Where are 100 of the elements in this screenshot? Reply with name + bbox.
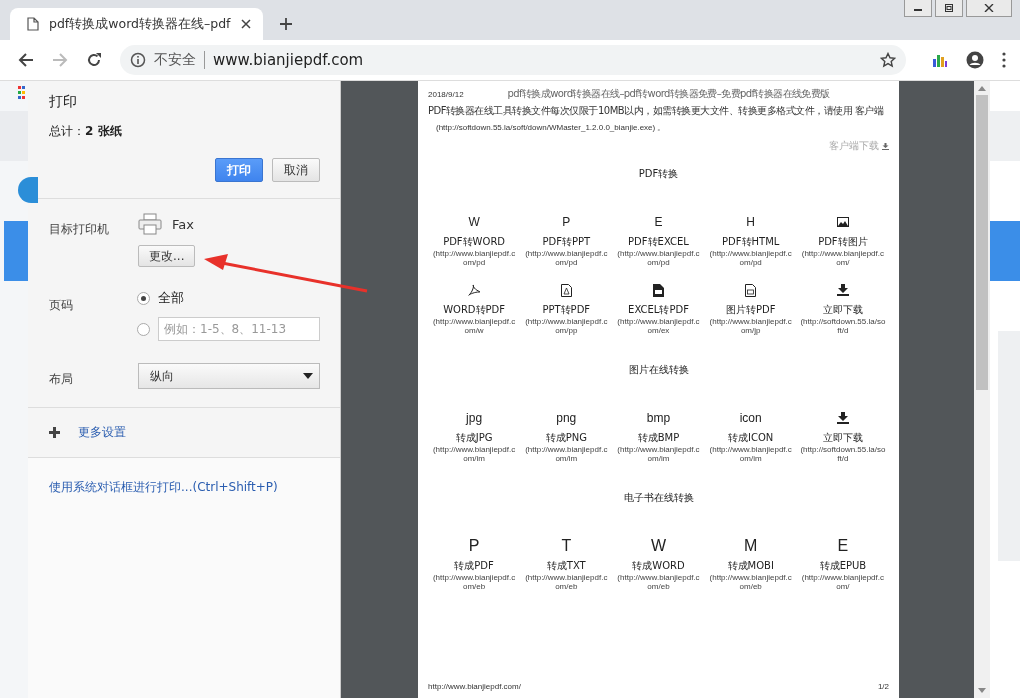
converter-url: (http://www.bianjiepdf.com/pd (616, 249, 701, 267)
converter-label[interactable]: 转成WORD (632, 559, 685, 573)
browser-tab[interactable]: pdf转换成word转换器在线–pdf (10, 8, 263, 40)
logo-shape (18, 177, 38, 203)
converter-label[interactable]: PDF转HTML (722, 235, 780, 249)
converter-label[interactable]: PDF转EXCEL (628, 235, 689, 249)
section-title: 图片在线转换 (627, 363, 690, 377)
converter-label[interactable]: PDF转PPT (542, 235, 591, 249)
dialog-title: 打印 (49, 93, 78, 111)
bar-chart-icon[interactable] (932, 53, 948, 67)
converter-url: (http://www.bianjiepdf.com/im (616, 445, 701, 463)
format-glyph: P (468, 537, 480, 555)
close-button[interactable] (966, 0, 1012, 17)
printer-icon (138, 213, 162, 235)
converter-url: (http://www.bianjiepdf.com/pp (524, 317, 609, 335)
converter-url: (http://www.bianjiepdf.com/eb (431, 573, 517, 591)
notice-text: PDF转换器在线工具转换文件每次仅限于10MB以内，如需转换更大文件、转换更多格式文件，请使用 客户端 (428, 104, 885, 117)
converter-url: (http://www.bianjiepdf.com/jp (708, 317, 793, 335)
acrobat-icon (468, 284, 481, 296)
page-icon (27, 17, 39, 31)
converter-url: (http://www.bianjiepdf.com/eb (708, 573, 793, 591)
converter-url: (http://www.bianjiepdf.com/pd (524, 249, 609, 267)
info-icon (130, 52, 146, 68)
converter-label[interactable]: 转成EPUB (819, 559, 867, 573)
page-header-title: pdf转换成word转换器在线–pdf转word转换器免费–免费pdf转换器在线免费版 (507, 87, 830, 101)
converter-label[interactable]: PDF转图片 (818, 235, 868, 249)
converter-url: (http://www.bianjiepdf.com/pd (431, 249, 517, 267)
layout-dropdown[interactable]: 纵向 (138, 363, 320, 389)
setting-label: 布局 (49, 371, 74, 388)
url-text: www.bianjiepdf.com (213, 51, 365, 69)
section-title: 电子书在线转换 (622, 491, 695, 505)
converter-label[interactable]: 转成JPG (455, 431, 493, 445)
scroll-down-icon[interactable] (978, 688, 986, 693)
converter-url: (http://www.bianjiepdf.com/ex (616, 317, 701, 335)
new-tab-icon[interactable] (278, 17, 293, 31)
profile-icon[interactable] (966, 51, 984, 69)
radio-button[interactable] (137, 322, 150, 336)
converter-label[interactable]: 立即下载 (822, 303, 863, 317)
restore-icon (944, 4, 954, 12)
tab-title: pdf转换成word转换器在线–pdf (49, 15, 231, 33)
total-sheets: 总计：2 张纸 (49, 123, 123, 140)
close-icon[interactable] (240, 19, 251, 29)
notice-url: (http://softdown.55.la/soft/down/WMaster_1.2.0.0_bianjie.exe) 。 (435, 122, 667, 133)
scroll-up-icon[interactable] (978, 86, 986, 91)
star-icon[interactable] (880, 52, 896, 68)
system-dialog-link[interactable]: 使用系统对话框进行打印...(Ctrl+Shift+P) (49, 480, 278, 494)
maximize-button[interactable] (935, 0, 963, 17)
scroll-thumb[interactable] (976, 95, 988, 390)
converter-label[interactable]: PDF转WORD (443, 235, 506, 249)
format-glyph: H (746, 215, 756, 229)
cancel-button[interactable]: 取消 (272, 158, 320, 182)
converter-url: (http://www.bianjiepdf.com/ (800, 573, 885, 591)
minimize-button[interactable] (904, 0, 932, 17)
format-glyph: E (837, 537, 849, 555)
close-icon (984, 4, 994, 12)
converter-label[interactable]: PPT转PDF (542, 303, 591, 317)
converter-label[interactable]: WORD转PDF (443, 303, 506, 317)
security-label: 不安全 (154, 51, 196, 69)
page-range-field[interactable]: 例如：1-5、8、11-13 (158, 317, 320, 341)
converter-url: (http://www.bianjiepdf.com/eb (616, 573, 701, 591)
address-bar[interactable]: 不安全 www.bianjiepdf.com (120, 45, 906, 75)
converter-label[interactable]: 图片转PDF (725, 303, 776, 317)
converter-label[interactable]: 转成PDF (454, 559, 494, 573)
download-icon (836, 412, 849, 424)
converter-url: (http://softdown.55.la/soft/d (799, 445, 886, 463)
reload-icon[interactable] (86, 52, 102, 68)
converter-url: (http://www.bianjiepdf.com/eb (524, 573, 609, 591)
setting-label: 目标打印机 (49, 221, 110, 238)
back-icon[interactable] (18, 52, 34, 68)
spreadsheet-file-icon (653, 283, 664, 297)
download-icon (836, 284, 849, 296)
format-glyph: P (562, 215, 571, 229)
plus-icon[interactable] (49, 427, 60, 438)
converter-label[interactable]: 转成TXT (546, 559, 586, 573)
section-title: PDF转换 (637, 167, 680, 181)
change-button[interactable]: 更改... (138, 245, 196, 267)
format-glyph: M (744, 537, 758, 555)
scrollbar[interactable] (974, 81, 990, 698)
format-glyph: bmp (646, 411, 671, 425)
converter-label[interactable]: 转成BMP (637, 431, 680, 445)
radio-label: 全部 (158, 289, 184, 307)
converter-url: (http://www.bianjiepdf.com/ (800, 249, 885, 267)
format-glyph: E (654, 215, 663, 229)
menu-icon[interactable] (1002, 52, 1006, 68)
more-settings-link[interactable]: 更多设置 (78, 424, 126, 441)
radio-button[interactable] (137, 291, 150, 305)
apps-icon[interactable] (18, 86, 28, 100)
banner-strip (4, 221, 28, 281)
page-number: 1/2 (877, 682, 889, 691)
converter-label[interactable]: 转成MOBI (727, 559, 774, 573)
format-glyph: T (561, 537, 572, 555)
converter-label[interactable]: 立即下载 (822, 431, 863, 445)
download-icon (882, 142, 889, 150)
banner-strip (990, 221, 1020, 281)
converter-label[interactable]: 转成PNG (545, 431, 587, 445)
converter-label[interactable]: 转成ICON (728, 431, 774, 445)
format-glyph: W (468, 215, 480, 229)
page-footer-url: http://www.bianjiepdf.com/ (428, 682, 521, 691)
converter-url: (http://www.bianjiepdf.com/im (708, 445, 793, 463)
converter-label[interactable]: EXCEL转PDF (628, 303, 689, 317)
